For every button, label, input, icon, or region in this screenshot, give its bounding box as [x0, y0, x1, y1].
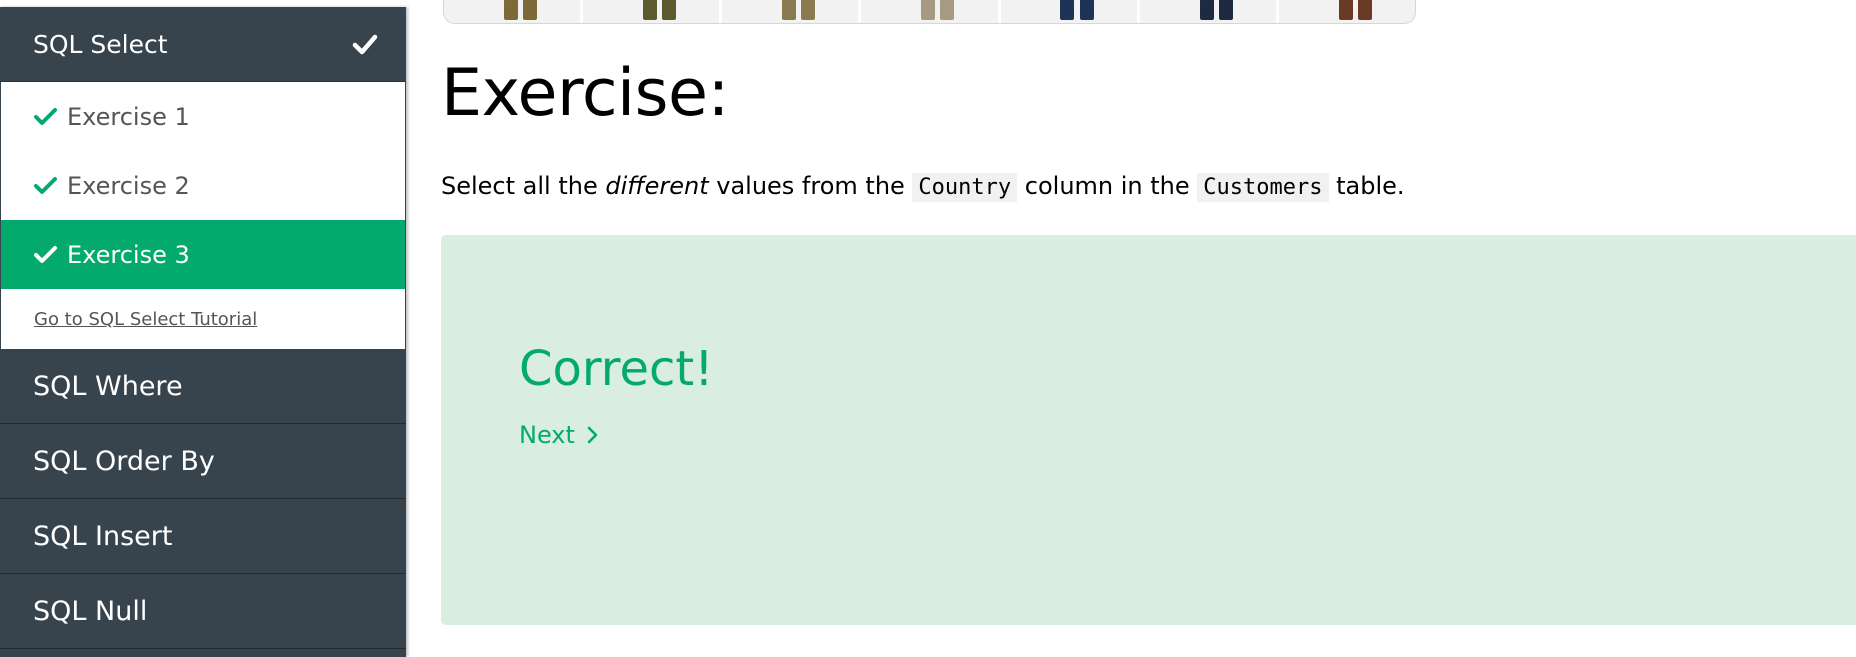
sidebar-item-exercise-1[interactable]: Exercise 1 — [1, 82, 405, 151]
description-text: Select all the — [441, 172, 606, 200]
description-emphasis: different — [605, 172, 709, 200]
chevron-right-icon — [575, 426, 599, 444]
checkmark-icon — [34, 107, 67, 127]
sidebar-item-label: Exercise 2 — [67, 171, 190, 200]
next-button[interactable]: Next — [519, 421, 599, 449]
sidebar-item-label: Exercise 1 — [67, 102, 190, 131]
sidebar-section-sql-where[interactable]: SQL Where — [0, 349, 406, 424]
description-text: table. — [1328, 172, 1405, 200]
sidebar-exercise-list: Exercise 1 Exercise 2 Exercise 3 Go to S… — [1, 82, 405, 349]
sidebar-section-sql-insert[interactable]: SQL Insert — [0, 499, 406, 574]
exercise-sidebar: SQL Select Exercise 1 Exercise 2 Exercis… — [0, 7, 406, 657]
exercise-main: Exercise: Select all the different value… — [441, 0, 1856, 657]
tutorial-link[interactable]: Go to SQL Select Tutorial — [1, 289, 405, 349]
sidebar-section-label: SQL Select — [33, 29, 168, 59]
sidebar-section-label: SQL Insert — [33, 520, 173, 552]
sidebar-section-sql-order-by[interactable]: SQL Order By — [0, 424, 406, 499]
code-customers: Customers — [1197, 173, 1329, 202]
result-status: Correct! — [519, 341, 714, 397]
sidebar-item-exercise-3[interactable]: Exercise 3 — [1, 220, 405, 289]
code-country: Country — [912, 173, 1018, 202]
result-panel: Correct! Next — [441, 235, 1856, 625]
description-text: values from the — [708, 172, 913, 200]
checkmark-icon — [34, 245, 67, 265]
sidebar-section-label: SQL Order By — [33, 445, 215, 477]
description-text: column in the — [1017, 172, 1198, 200]
checkmark-icon — [34, 176, 67, 196]
sidebar-section-sql-select[interactable]: SQL Select — [0, 7, 406, 82]
sidebar-item-label: Exercise 3 — [67, 240, 190, 269]
checkmark-icon — [352, 31, 378, 57]
sidebar-item-exercise-2[interactable]: Exercise 2 — [1, 151, 405, 220]
exercise-description: Select all the different values from the… — [441, 172, 1405, 202]
page-title: Exercise: — [441, 56, 729, 131]
sidebar-section-sql-null[interactable]: SQL Null — [0, 574, 406, 649]
next-label: Next — [519, 421, 575, 449]
sidebar-section-label: SQL Null — [33, 595, 148, 627]
sidebar-section-label: SQL Where — [33, 370, 183, 402]
